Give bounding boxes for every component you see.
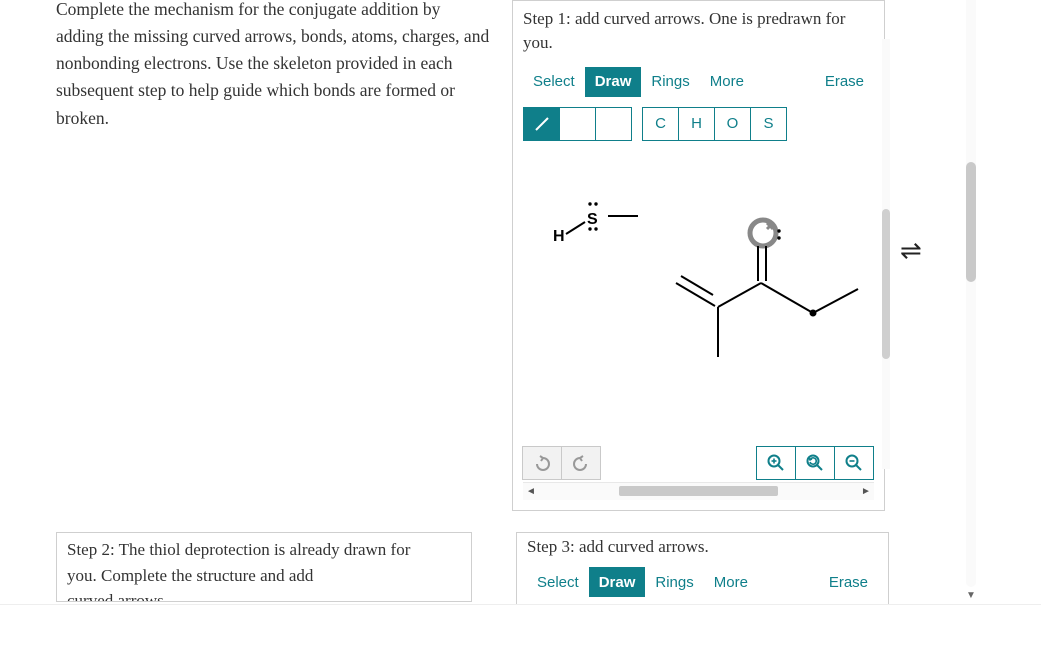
step3-title: Step 3: add curved arrows.	[527, 537, 878, 557]
tab-more[interactable]: More	[700, 67, 754, 97]
hscroll-thumb[interactable]	[619, 486, 779, 496]
step3-tab-rings[interactable]: Rings	[645, 567, 703, 597]
step1-panel: Step 1: add curved arrows. One is predra…	[512, 0, 885, 511]
tab-draw[interactable]: Draw	[585, 67, 642, 97]
step2-text-l2: you. Complete the structure and add	[67, 563, 461, 589]
erase-button[interactable]: Erase	[815, 69, 874, 94]
step1-mode-toolbar: Select Draw Rings More Erase	[523, 67, 874, 97]
undo-icon[interactable]	[522, 446, 562, 480]
page-footer-blank	[0, 605, 1041, 665]
atom-c-button[interactable]: C	[642, 107, 679, 141]
step2-text-l1: Step 2: The thiol deprotection is alread…	[67, 537, 461, 563]
hscroll-left-icon[interactable]: ◄	[523, 483, 539, 499]
bond-single-icon[interactable]	[523, 107, 560, 141]
bond-double-icon[interactable]	[559, 107, 596, 141]
drawing-canvas[interactable]: H S	[523, 149, 874, 444]
step3-tab-more[interactable]: More	[704, 567, 758, 597]
equilibrium-arrow-icon: ⇌	[900, 235, 920, 266]
undo-redo-group	[523, 446, 601, 480]
step1-vscroll-thumb[interactable]	[882, 209, 890, 359]
atom-o-button[interactable]: O	[714, 107, 751, 141]
canvas-hscroll[interactable]: ◄ ►	[523, 482, 874, 500]
page-scroll-thumb[interactable]	[966, 162, 976, 282]
atom-h-button[interactable]: H	[678, 107, 715, 141]
step3-panel: Step 3: add curved arrows. Select Draw R…	[516, 532, 889, 605]
step1-subtoolbar: C H O S	[523, 107, 874, 141]
step2-panel: Step 2: The thiol deprotection is alread…	[56, 532, 472, 602]
atom-s-button[interactable]: S	[750, 107, 787, 141]
bond-group	[523, 107, 632, 141]
label-h: H	[553, 228, 565, 245]
zoom-group	[757, 446, 874, 480]
tab-rings[interactable]: Rings	[641, 67, 699, 97]
step3-erase-button[interactable]: Erase	[819, 570, 878, 595]
step1-title: Step 1: add curved arrows. One is predra…	[523, 7, 874, 55]
step1-bottom-toolbar	[523, 444, 874, 482]
hscroll-track[interactable]	[539, 484, 858, 498]
atom-group: C H O S	[642, 107, 787, 141]
step3-tab-draw[interactable]: Draw	[589, 567, 646, 597]
tab-select[interactable]: Select	[523, 67, 585, 97]
page-scroll-down-icon[interactable]: ▼	[963, 587, 979, 603]
question-prompt: Complete the mechanism for the conjugate…	[56, 0, 492, 132]
redo-icon[interactable]	[561, 446, 601, 480]
zoom-out-icon[interactable]	[834, 446, 874, 480]
zoom-in-icon[interactable]	[756, 446, 796, 480]
zoom-reset-icon[interactable]	[795, 446, 835, 480]
step1-vscroll[interactable]	[882, 39, 890, 469]
hscroll-right-icon[interactable]: ►	[858, 483, 874, 499]
page-scroll-track[interactable]	[966, 0, 976, 587]
bond-triple-icon[interactable]	[595, 107, 632, 141]
step3-mode-toolbar: Select Draw Rings More Erase	[527, 567, 878, 597]
step3-tab-select[interactable]: Select	[527, 567, 589, 597]
step2-text-l3: curved arrows	[67, 588, 461, 602]
page-vscroll[interactable]: ▲ ▼	[962, 0, 980, 603]
label-s: S	[587, 211, 598, 228]
